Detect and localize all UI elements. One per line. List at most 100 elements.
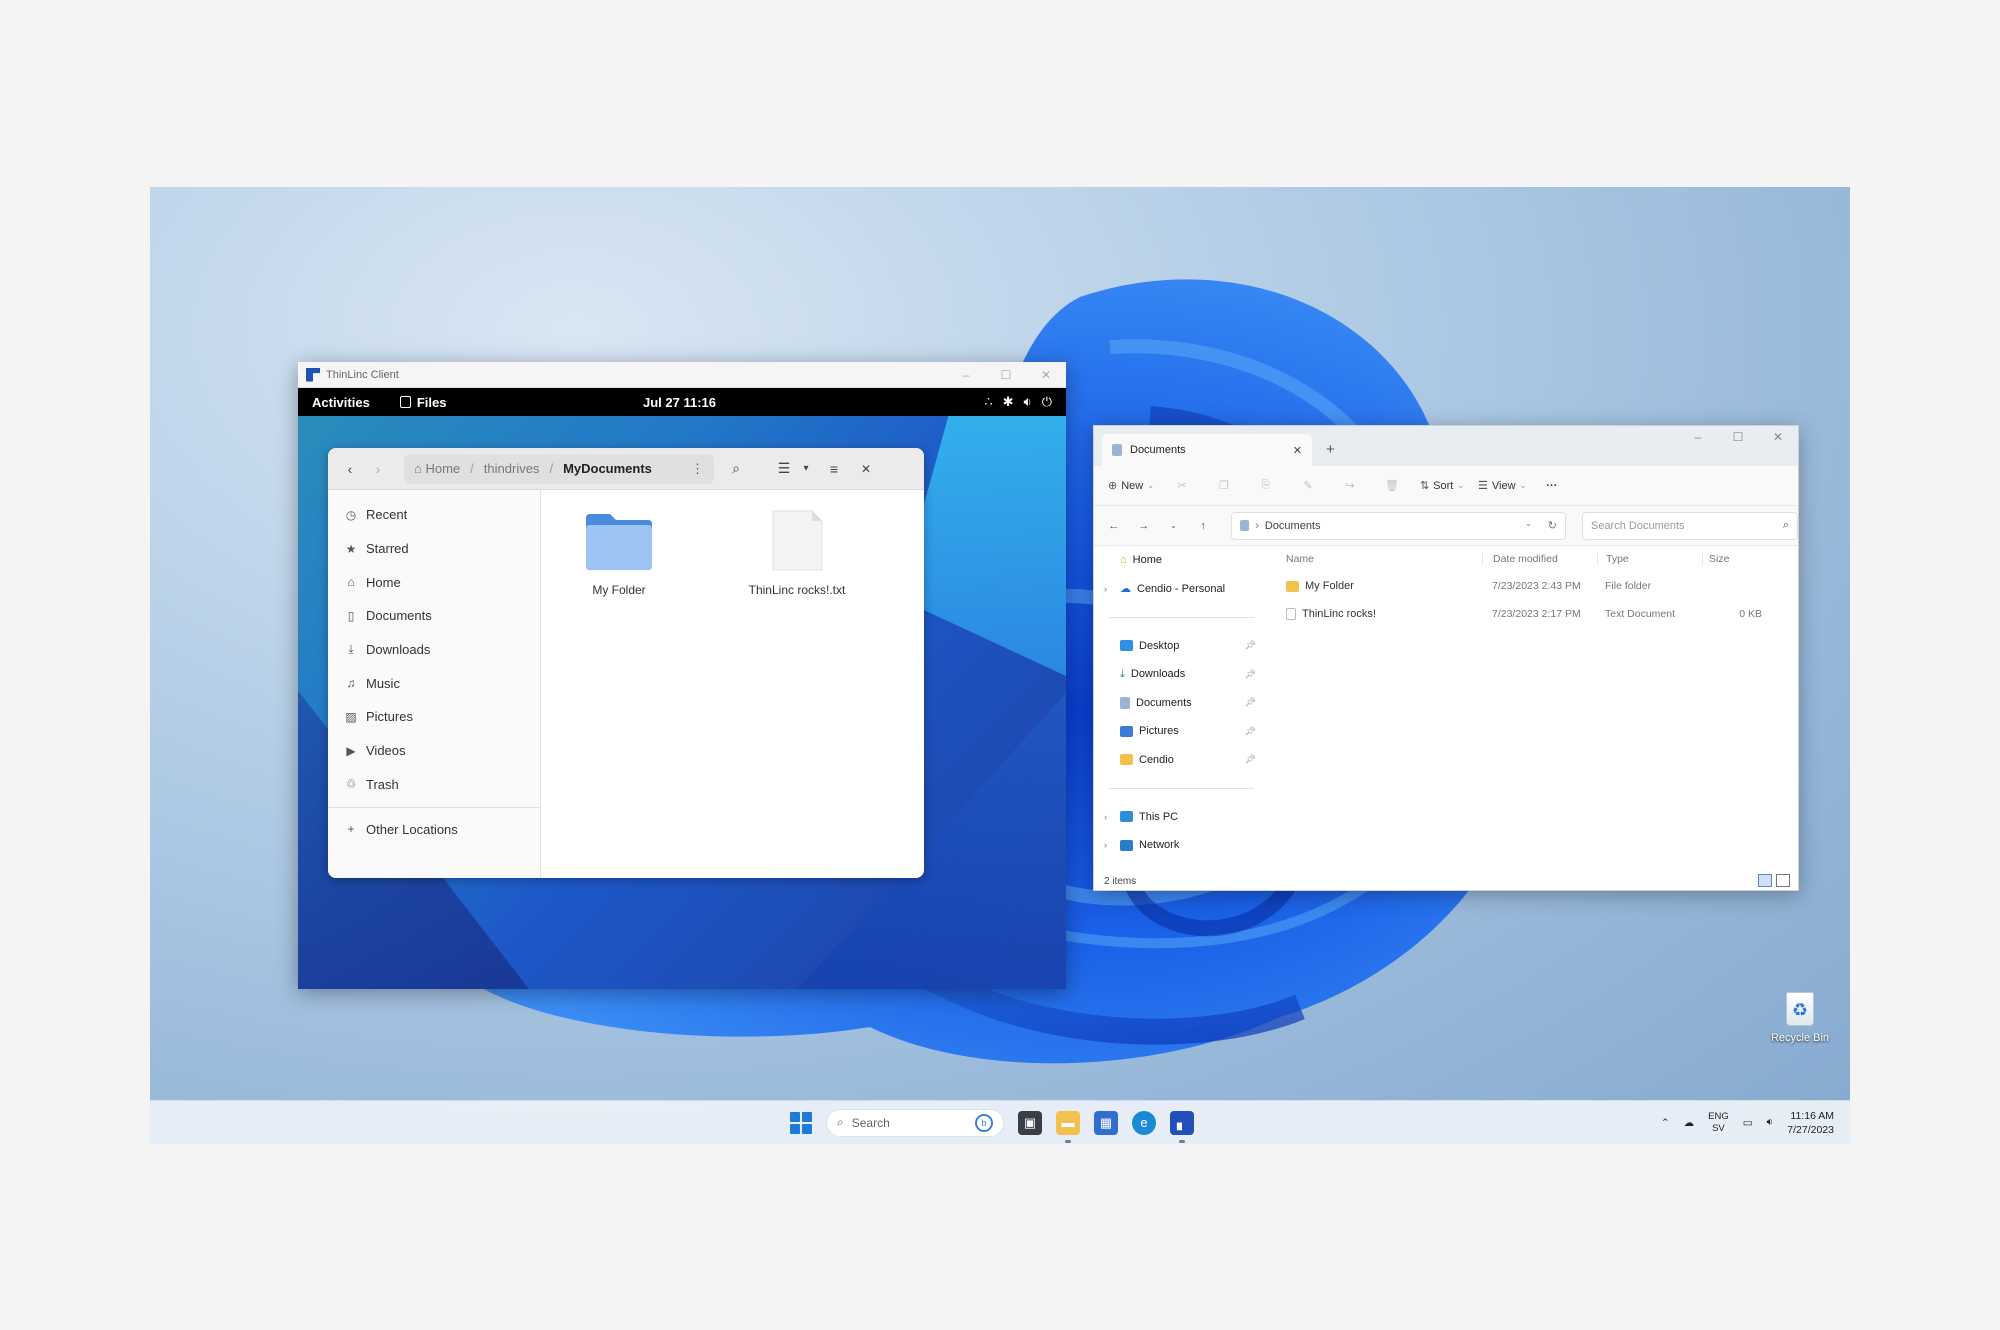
window-close-button[interactable]: ✕ — [852, 455, 880, 483]
sidebar-item-videos[interactable]: ▶ Videos — [328, 734, 540, 768]
thinlinc-app-icon[interactable]: ▖ — [1170, 1110, 1194, 1143]
cut-icon[interactable]: ✂ — [1168, 479, 1196, 492]
file-explorer-icon[interactable]: ▬ — [1056, 1110, 1080, 1143]
gnome-clock[interactable]: Jul 27 11:16 — [643, 395, 716, 410]
main-menu-button[interactable]: ≡ — [820, 455, 848, 483]
nautilus-window[interactable]: ‹ › ⌂ Home / thindrives / MyDocuments ⋮ … — [328, 448, 924, 878]
bing-icon[interactable]: b — [975, 1113, 993, 1132]
chevron-right-icon[interactable]: › — [1104, 840, 1107, 850]
thinlinc-client-window[interactable]: ThinLinc Client – ☐ ✕ Activities Files J… — [298, 362, 1066, 989]
sidebar-item-music[interactable]: ♫ Music — [328, 666, 540, 700]
edge-icon[interactable]: e — [1132, 1110, 1156, 1135]
chevron-right-icon[interactable]: › — [1104, 812, 1107, 822]
new-button[interactable]: ⊕ New ⌄ — [1108, 479, 1154, 493]
sidebar-item-downloads[interactable]: ⤓ Downloads — [328, 633, 540, 667]
tab-documents[interactable]: Documents ✕ — [1102, 434, 1312, 466]
new-tab-button[interactable]: + — [1326, 441, 1335, 458]
store-icon[interactable]: ▦ — [1094, 1110, 1118, 1135]
column-date[interactable]: Date modified — [1482, 553, 1597, 565]
nav-item-this-pc[interactable]: › This PC — [1094, 803, 1264, 831]
language-indicator[interactable]: ENG SV — [1708, 1111, 1729, 1135]
paste-icon[interactable]: ⎘ — [1252, 479, 1280, 492]
path-thindrives[interactable]: thindrives — [484, 461, 540, 476]
power-icon[interactable]: ⏻ — [1042, 394, 1052, 410]
close-button[interactable]: ✕ — [1758, 430, 1798, 444]
recent-locations-icon[interactable]: ⌄ — [1164, 521, 1184, 530]
close-button[interactable]: ✕ — [1026, 368, 1066, 382]
pin-icon[interactable]: 📌︎ — [1245, 669, 1256, 680]
close-tab-icon[interactable]: ✕ — [1293, 444, 1302, 457]
path-current[interactable]: MyDocuments — [563, 461, 652, 476]
sidebar-item-recent[interactable]: ◷ Recent — [328, 498, 540, 532]
details-view-button[interactable] — [1758, 874, 1772, 887]
maximize-button[interactable]: ☐ — [1718, 430, 1758, 444]
nav-item-onedrive[interactable]: › ☁ Cendio - Personal — [1094, 574, 1264, 602]
column-name[interactable]: Name — [1274, 553, 1482, 565]
nav-item-cendio[interactable]: Cendio 📌︎ — [1094, 745, 1264, 773]
sidebar-item-home[interactable]: ⌂ Home — [328, 565, 540, 599]
minimize-button[interactable]: – — [1678, 430, 1718, 444]
minimize-button[interactable]: – — [946, 368, 986, 382]
pin-icon[interactable]: 📌︎ — [1245, 697, 1256, 708]
nav-item-documents[interactable]: Documents 📌︎ — [1094, 689, 1264, 717]
address-bar[interactable]: › Documents ⌄ ↻ — [1231, 511, 1566, 540]
pin-icon[interactable]: 📌︎ — [1245, 754, 1256, 765]
thinlinc-titlebar[interactable]: ThinLinc Client – ☐ ✕ — [298, 362, 1066, 388]
sidebar-item-starred[interactable]: ★ Starred — [328, 532, 540, 566]
recycle-bin[interactable]: ♻ Recycle Bin — [1760, 992, 1840, 1044]
table-row[interactable]: ThinLinc rocks! 7/23/2023 2:17 PM Text D… — [1274, 600, 1798, 628]
nav-item-downloads[interactable]: ⤓ Downloads 📌︎ — [1094, 660, 1264, 688]
sidebar-item-trash[interactable]: ♲ Trash — [328, 768, 540, 802]
view-button[interactable]: ☰ View ⌄ — [1478, 479, 1526, 493]
back-arrow-icon[interactable]: ← — [1104, 520, 1124, 532]
search-button[interactable]: ⌕ — [722, 455, 750, 483]
path-home[interactable]: ⌂ Home — [414, 461, 460, 476]
bluetooth-icon[interactable]: ✱ — [1003, 394, 1014, 410]
sidebar-item-pictures[interactable]: ▨ Pictures — [328, 700, 540, 734]
forward-button[interactable]: › — [364, 455, 392, 483]
sidebar-item-other-locations[interactable]: + Other Locations — [328, 812, 540, 846]
onedrive-icon[interactable]: ☁ — [1684, 1117, 1695, 1129]
tiles-view-button[interactable] — [1776, 874, 1790, 887]
copy-icon[interactable]: ❐ — [1210, 479, 1238, 492]
taskbar-search[interactable]: ⌕ Search b — [826, 1108, 1004, 1137]
volume-icon[interactable]: 🔉︎ — [1024, 394, 1032, 410]
app-menu-files[interactable]: Files — [399, 395, 446, 410]
view-list-button[interactable]: ☰ — [770, 455, 798, 483]
chevron-down-icon[interactable]: ⌄ — [1525, 519, 1532, 532]
forward-arrow-icon[interactable]: → — [1134, 520, 1154, 532]
network-icon[interactable]: ∴ — [984, 394, 992, 410]
maximize-button[interactable]: ☐ — [986, 368, 1026, 382]
sort-button[interactable]: ⇅ Sort ⌄ — [1420, 479, 1464, 493]
back-button[interactable]: ‹ — [336, 455, 364, 483]
activities-button[interactable]: Activities — [312, 395, 370, 410]
up-arrow-icon[interactable]: ↑ — [1193, 520, 1213, 532]
rename-icon[interactable]: ✎ — [1294, 479, 1322, 492]
table-row[interactable]: My Folder 7/23/2023 2:43 PM File folder — [1274, 572, 1798, 600]
view-options-dropdown[interactable]: ▾ — [798, 455, 814, 483]
share-icon[interactable]: ↪ — [1336, 479, 1364, 492]
volume-icon[interactable]: 🔉︎ — [1767, 1116, 1774, 1129]
refresh-icon[interactable]: ↻ — [1548, 519, 1557, 532]
system-clock[interactable]: 11:16 AM 7/27/2023 — [1787, 1109, 1834, 1137]
pin-icon[interactable]: 📌︎ — [1245, 726, 1256, 737]
path-bar[interactable]: ⌂ Home / thindrives / MyDocuments ⋮ — [404, 453, 714, 484]
chevron-up-icon[interactable]: ⌃ — [1661, 1117, 1670, 1129]
nav-item-home[interactable]: ⌂ Home — [1094, 546, 1264, 574]
delete-icon[interactable]: 🗑︎ — [1378, 479, 1406, 492]
grid-item-folder[interactable]: My Folder — [549, 510, 689, 597]
search-input[interactable]: Search Documents ⌕ — [1581, 511, 1798, 540]
task-view-icon[interactable]: ▣ — [1018, 1110, 1042, 1135]
chevron-right-icon[interactable]: › — [1104, 584, 1107, 594]
nav-item-desktop[interactable]: Desktop 📌︎ — [1094, 632, 1264, 660]
kebab-menu-icon[interactable]: ⋮ — [691, 461, 704, 477]
sidebar-item-documents[interactable]: ▯ Documents — [328, 599, 540, 633]
see-more-button[interactable]: ··· — [1546, 480, 1557, 492]
file-explorer-window[interactable]: Documents ✕ + – ☐ ✕ ⊕ New ⌄ ✂ ❐ ⎘ ✎ ↪ 🗑︎ ⇅… — [1093, 425, 1799, 891]
network-icon[interactable]: ▭ — [1743, 1117, 1753, 1129]
grid-item-file[interactable]: ThinLinc rocks!.txt — [727, 510, 867, 597]
column-size[interactable]: Size — [1702, 553, 1772, 565]
column-type[interactable]: Type — [1597, 553, 1702, 565]
nav-item-network[interactable]: › Network — [1094, 831, 1264, 859]
start-button[interactable] — [790, 1111, 812, 1134]
